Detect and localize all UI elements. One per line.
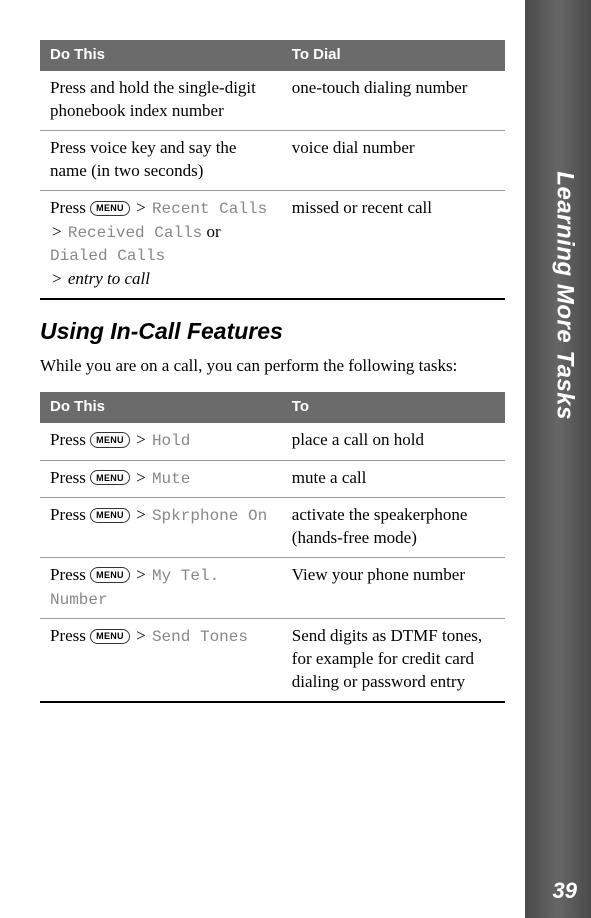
table-row: Press MENU > Spkrphone On activate the s…: [40, 498, 505, 558]
cell-result: missed or recent call: [282, 191, 505, 299]
separator-gt: >: [130, 626, 152, 645]
side-section-label: Learning More Tasks: [551, 171, 579, 420]
menu-button-icon: MENU: [90, 629, 130, 644]
page-content: Do This To Dial Press and hold the singl…: [0, 0, 525, 703]
text-press: Press: [50, 430, 90, 449]
menu-path-received-calls: Received Calls: [68, 224, 202, 242]
separator-gt: >: [130, 565, 152, 584]
menu-path-send-tones: Send Tones: [152, 628, 248, 646]
table2-header-left: Do This: [40, 392, 282, 423]
cell-action: Press MENU > Recent Calls > Received Cal…: [40, 191, 282, 299]
cell-result: voice dial number: [282, 131, 505, 191]
cell-result: place a call on hold: [282, 423, 505, 460]
text-press: Press: [50, 198, 90, 217]
table1-header-right: To Dial: [282, 40, 505, 71]
menu-button-icon: MENU: [90, 201, 130, 216]
menu-path-mute: Mute: [152, 470, 190, 488]
cell-result: View your phone number: [282, 557, 505, 618]
cell-result: Send digits as DTMF tones, for example f…: [282, 619, 505, 702]
separator-gt: >: [50, 222, 68, 241]
table-row: Press MENU > Hold place a call on hold: [40, 423, 505, 460]
table-row: Press and hold the single-digit phoneboo…: [40, 71, 505, 130]
cell-action: Press and hold the single-digit phoneboo…: [40, 71, 282, 130]
menu-path-dialed-calls: Dialed Calls: [50, 247, 165, 265]
menu-button-icon: MENU: [90, 432, 130, 447]
cell-result: one-touch dialing number: [282, 71, 505, 130]
cell-result: mute a call: [282, 460, 505, 498]
cell-action: Press voice key and say the name (in two…: [40, 131, 282, 191]
table-row: Press MENU > My Tel. Number View your ph…: [40, 557, 505, 618]
text-or: or: [202, 222, 220, 241]
table-row: Press MENU > Mute mute a call: [40, 460, 505, 498]
table-row: Press voice key and say the name (in two…: [40, 131, 505, 191]
separator-gt: >: [130, 505, 152, 524]
table-row: Press MENU > Send Tones Send digits as D…: [40, 619, 505, 702]
cell-action: Press MENU > Mute: [40, 460, 282, 498]
menu-path-spkrphone: Spkrphone On: [152, 507, 267, 525]
menu-path-hold: Hold: [152, 432, 190, 450]
separator-gt: >: [130, 468, 152, 487]
text-press: Press: [50, 626, 90, 645]
table1-header-left: Do This: [40, 40, 282, 71]
in-call-features-table: Do This To Press MENU > Hold place a cal…: [40, 392, 505, 703]
text-press: Press: [50, 505, 90, 524]
separator-gt: >: [50, 269, 68, 288]
variable-entry-to-call: entry to call: [68, 269, 150, 288]
section-heading: Using In-Call Features: [40, 318, 505, 345]
separator-gt: >: [130, 430, 152, 449]
cell-action: Press MENU > Spkrphone On: [40, 498, 282, 558]
separator-gt: >: [130, 198, 152, 217]
menu-button-icon: MENU: [90, 567, 130, 582]
table-row: Press MENU > Recent Calls > Received Cal…: [40, 191, 505, 299]
text-press: Press: [50, 565, 90, 584]
page-number: 39: [553, 878, 577, 904]
cell-action: Press MENU > Send Tones: [40, 619, 282, 702]
cell-result: activate the speakerphone (hands-free mo…: [282, 498, 505, 558]
cell-action: Press MENU > Hold: [40, 423, 282, 460]
menu-button-icon: MENU: [90, 508, 130, 523]
menu-path-recent-calls: Recent Calls: [152, 200, 267, 218]
side-tab: Learning More Tasks 39: [525, 0, 591, 918]
table2-header-right: To: [282, 392, 505, 423]
cell-action: Press MENU > My Tel. Number: [40, 557, 282, 618]
text-press: Press: [50, 468, 90, 487]
menu-button-icon: MENU: [90, 470, 130, 485]
section-intro: While you are on a call, you can perform…: [40, 355, 505, 378]
dial-shortcut-table: Do This To Dial Press and hold the singl…: [40, 40, 505, 300]
